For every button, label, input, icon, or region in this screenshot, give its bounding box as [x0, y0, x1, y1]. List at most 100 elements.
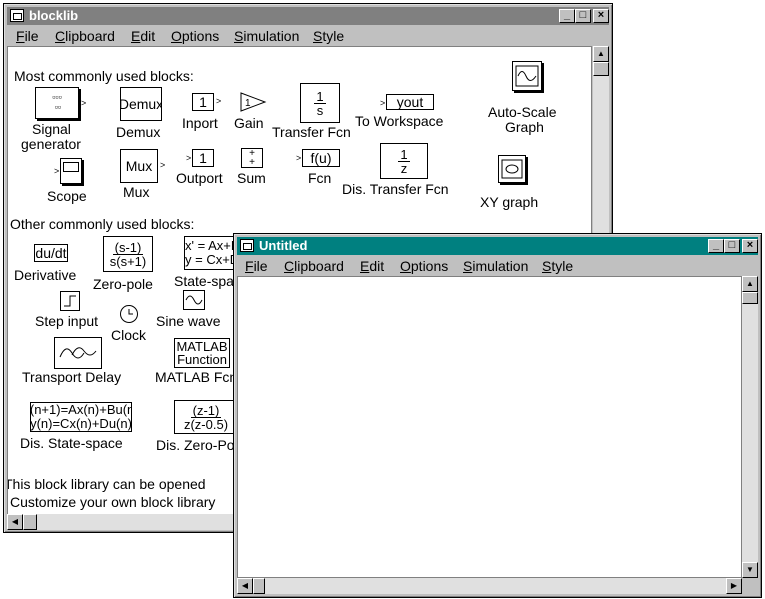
zp-numerator: (s-1)	[112, 239, 144, 255]
xy-graph-label: XY graph	[480, 194, 539, 210]
signal-generator-block[interactable]: ▫▫▫ ▫▫	[35, 87, 79, 119]
close-button[interactable]: ×	[593, 9, 609, 23]
scope-block[interactable]	[60, 158, 82, 184]
minimize-button[interactable]: _	[708, 239, 724, 253]
window-title: blocklib	[29, 8, 79, 23]
matlab-icon-line-2: Function	[177, 352, 227, 367]
derivative-block[interactable]: du/dt	[34, 244, 68, 262]
size-grip[interactable]	[742, 578, 758, 594]
outport-label: Outport	[176, 170, 223, 186]
dis-transfer-fcn-label: Dis. Transfer Fcn	[342, 181, 449, 197]
scroll-thumb[interactable]	[593, 62, 609, 76]
dis-zero-pole-block[interactable]: (z-1) z(z-0.5)	[174, 400, 238, 434]
window-icon[interactable]	[240, 239, 254, 252]
minimize-button[interactable]: _	[559, 9, 575, 23]
sine-wave-block[interactable]	[183, 290, 205, 310]
menu-file[interactable]: File	[245, 258, 268, 274]
untitled-horizontal-scrollbar[interactable]: ◀ ▶	[237, 578, 742, 594]
to-workspace-icon-text: yout	[396, 94, 424, 110]
inport-block[interactable]: 1	[192, 93, 214, 111]
dis-transfer-fcn-block[interactable]: 1z	[380, 143, 428, 179]
sine-wave-icon	[515, 65, 539, 87]
heading-other-common: Other commonly used blocks:	[10, 216, 195, 232]
heading-most-common: Most commonly used blocks:	[14, 68, 194, 84]
sine-icon	[185, 295, 203, 305]
untitled-titlebar[interactable]: Untitled _ □ ×	[237, 237, 758, 255]
autoscale-graph-label-2: Graph	[505, 119, 544, 135]
ss-equation-1: x' = Ax+Bu	[185, 238, 239, 253]
scroll-down-button[interactable]: ▼	[742, 562, 758, 578]
zero-pole-block[interactable]: (s-1) s(s+1)	[103, 236, 153, 272]
menu-style[interactable]: Style	[542, 258, 573, 274]
derivative-label: Derivative	[14, 267, 77, 283]
demux-label: Demux	[116, 124, 161, 140]
menu-style[interactable]: Style	[313, 28, 344, 44]
untitled-vertical-scrollbar[interactable]: ▲ ▼	[742, 276, 758, 578]
sum-icon-text: + +	[249, 148, 255, 168]
gain-icon-text: 1	[245, 98, 251, 109]
blocklib-titlebar[interactable]: blocklib _ □ ×	[7, 7, 609, 25]
xy-graph-block[interactable]	[498, 155, 526, 183]
scroll-thumb-horizontal[interactable]	[253, 578, 265, 594]
window-icon[interactable]	[10, 9, 24, 22]
gain-block[interactable]: 1	[239, 92, 267, 112]
menubar: File Clipboard Edit Options Simulation S…	[237, 256, 758, 276]
menu-clipboard[interactable]: Clipboard	[55, 28, 115, 44]
dzp-denominator: z(z-0.5)	[183, 416, 229, 432]
scroll-left-button[interactable]: ◀	[237, 578, 253, 594]
maximize-button[interactable]: □	[724, 239, 740, 253]
fcn-label: Fcn	[308, 170, 332, 186]
close-button[interactable]: ×	[742, 239, 758, 253]
scope-screen-icon	[63, 162, 79, 172]
maximize-button[interactable]: □	[575, 9, 591, 23]
ss-equation-2: y = Cx+Du	[185, 252, 239, 267]
gain-triangle-icon: 1	[240, 92, 267, 112]
dis-state-space-block[interactable]: x(n+1)=Ax(n)+Bu(n) y(n)=Cx(n)+Du(n)	[30, 402, 132, 432]
scroll-left-button[interactable]: ◀	[7, 514, 23, 530]
autoscale-graph-block[interactable]	[512, 61, 542, 91]
scroll-right-button[interactable]: ▶	[726, 578, 742, 594]
scroll-thumb-horizontal[interactable]	[23, 514, 37, 530]
untitled-window[interactable]: Untitled _ □ × File Clipboard Edit Optio…	[233, 233, 762, 598]
gain-label: Gain	[234, 115, 264, 131]
input-port-icon: >	[186, 153, 192, 163]
clock-icon	[128, 309, 133, 315]
scroll-thumb[interactable]	[742, 292, 758, 304]
transfer-fcn-label: Transfer Fcn	[272, 124, 351, 140]
menu-edit[interactable]: Edit	[131, 28, 155, 44]
demux-block[interactable]: Demux	[120, 87, 162, 121]
menubar: File Clipboard Edit Options Simulation S…	[7, 26, 609, 46]
clock-label: Clock	[111, 327, 147, 343]
menu-edit[interactable]: Edit	[360, 258, 384, 274]
to-workspace-block[interactable]: yout	[386, 94, 434, 110]
menu-options[interactable]: Options	[171, 28, 219, 44]
menu-file[interactable]: File	[16, 28, 39, 44]
outport-block[interactable]: 1	[192, 149, 214, 167]
input-port-icon: >	[380, 98, 386, 108]
transfer-fcn-block[interactable]: 1s	[300, 83, 340, 123]
state-space-block[interactable]: x' = Ax+Bu y = Cx+Du	[184, 236, 240, 270]
footer-text-2: Customize your own block library	[10, 494, 216, 510]
menu-options[interactable]: Options	[400, 258, 448, 274]
clock-block[interactable]	[120, 305, 138, 323]
dss-equation-2: y(n)=Cx(n)+Du(n)	[30, 416, 132, 431]
dtf-denominator: z	[400, 160, 408, 176]
scroll-up-button[interactable]: ▲	[593, 46, 609, 62]
menu-simulation[interactable]: Simulation	[463, 258, 528, 274]
step-input-block[interactable]	[60, 291, 80, 311]
scroll-up-button[interactable]: ▲	[742, 276, 758, 292]
mux-block[interactable]: Mux	[120, 149, 158, 183]
input-port-icon: >	[54, 166, 60, 176]
transport-delay-block[interactable]	[54, 337, 102, 369]
matlab-fcn-label: MATLAB Fcn	[155, 369, 238, 385]
sum-block[interactable]: + +	[241, 148, 263, 168]
fcn-block[interactable]: f(u)	[302, 149, 340, 167]
matlab-fcn-block[interactable]: MATLAB Function	[174, 338, 230, 368]
sum-label: Sum	[237, 170, 266, 186]
input-port-icon: >	[296, 153, 302, 163]
signal-generator-label-1: Signal	[32, 121, 71, 137]
menu-simulation[interactable]: Simulation	[234, 28, 299, 44]
blocklib-horizontal-scrollbar[interactable]: ◀	[7, 514, 239, 530]
untitled-canvas[interactable]	[237, 276, 742, 578]
menu-clipboard[interactable]: Clipboard	[284, 258, 344, 274]
